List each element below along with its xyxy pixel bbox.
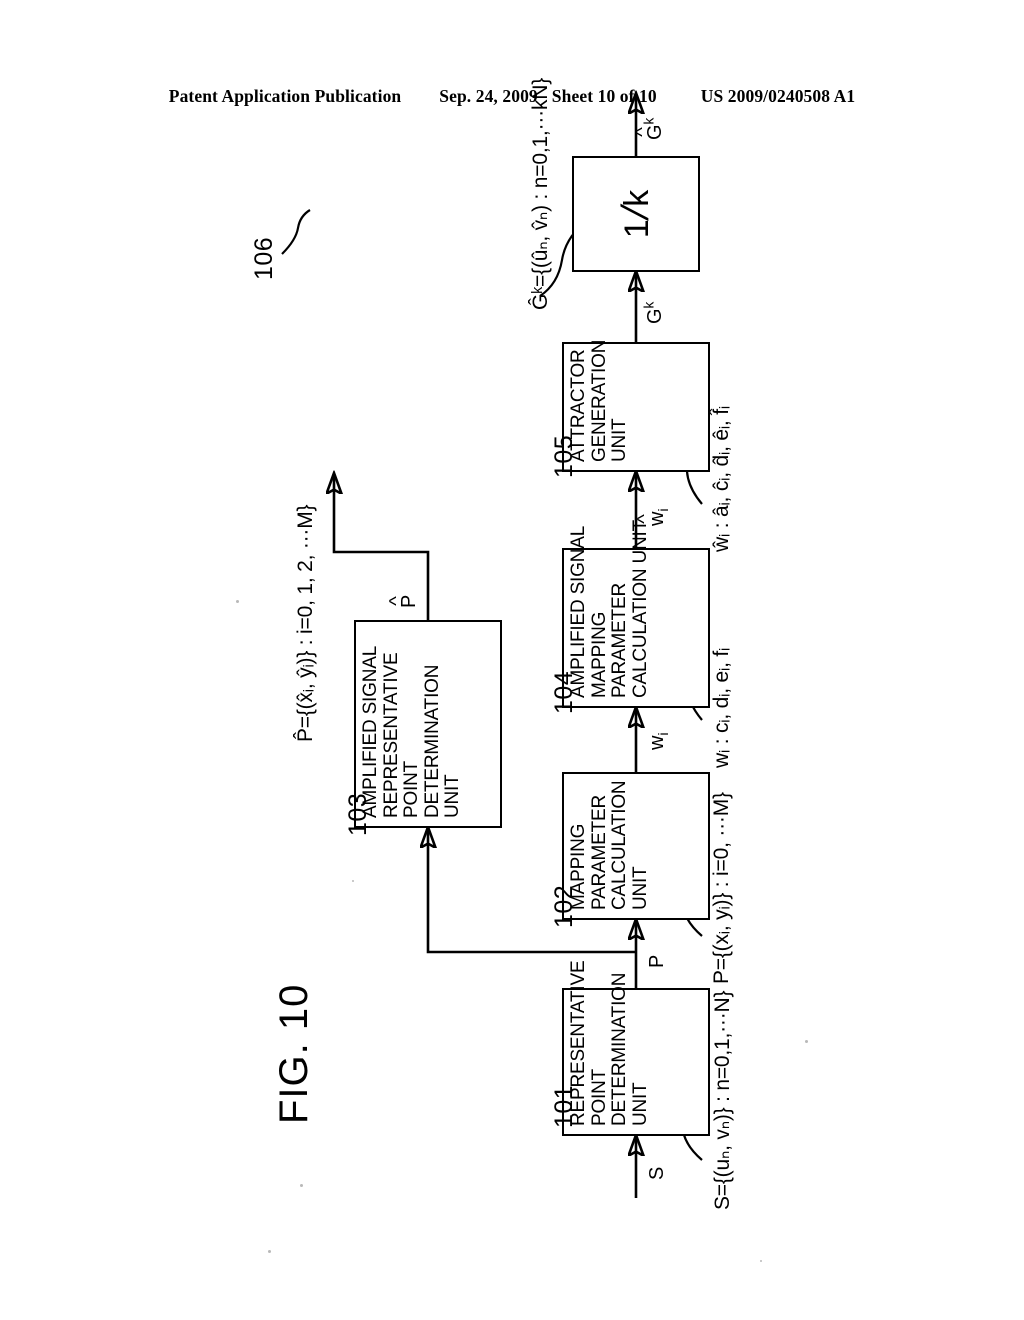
scan-speckle bbox=[236, 600, 239, 603]
ref-numeral-105: 105 bbox=[550, 434, 578, 478]
ref-numeral-104: 104 bbox=[550, 670, 578, 714]
ref-numeral-103: 103 bbox=[344, 792, 372, 836]
annotation-input-set: S={(uₙ, vₙ)} : n=0,1,···N} bbox=[711, 990, 734, 1210]
signal-label-w-hat-i: wi bbox=[646, 509, 671, 526]
p-hat-glyph: P bbox=[398, 595, 421, 608]
block-amplified-signal-representative-point-determination-unit[interactable]: AMPLIFIED SIGNAL REPRESENTATIVE POINT DE… bbox=[354, 620, 502, 828]
block-103-line-4: UNIT bbox=[442, 774, 463, 818]
annotation-amp-rep-points: P̂={(x̂ᵢ, ŷᵢ)} : i=0, 1, 2, ···M} bbox=[294, 504, 317, 742]
signal-label-p-hat: P bbox=[398, 595, 421, 608]
annotation-amp-map-params: ŵᵢ : âᵢ, ĉᵢ, d̂ᵢ, êᵢ, f̂ᵢ bbox=[710, 406, 733, 552]
one-over-k-operator: 1/k bbox=[615, 190, 657, 238]
annotation-output-set: Ĝᵏ={(ûₙ, v̂ₙ) : n=0,1,···kN} bbox=[529, 77, 552, 310]
ref-numeral-102: 102 bbox=[550, 884, 578, 928]
block-105-line-2: UNIT bbox=[609, 418, 630, 462]
g-hat-glyph: G bbox=[644, 124, 667, 140]
block-104-line-3: CALCULATION UNIT bbox=[629, 519, 651, 698]
block-one-over-k-divider[interactable]: 1/k bbox=[572, 156, 700, 272]
g-glyph: G bbox=[644, 308, 666, 324]
scan-speckle bbox=[805, 1040, 808, 1043]
w-glyph: w bbox=[646, 735, 668, 750]
figure-title: FIG. 10 bbox=[272, 983, 316, 1124]
w-hat-glyph: w bbox=[646, 512, 669, 526]
signal-label-gk: Gk bbox=[641, 301, 667, 324]
annotation-rep-points: P={(xᵢ, yᵢ)} : i=0, ···M} bbox=[710, 792, 733, 984]
signal-label-p: P bbox=[646, 954, 668, 968]
block-101-line-1: POINT bbox=[588, 1068, 610, 1126]
block-representative-point-determination-unit[interactable]: REPRESENTATIVE POINT DETERMINATION UNIT bbox=[562, 961, 710, 1136]
block-attractor-generation-unit[interactable]: ATTRACTOR GENERATION UNIT bbox=[562, 339, 710, 472]
block-mapping-parameter-calculation-unit[interactable]: MAPPING PARAMETER CALCULATION UNIT bbox=[562, 772, 710, 920]
block-104-line-1: MAPPING bbox=[588, 611, 610, 698]
scan-speckle bbox=[268, 1250, 271, 1253]
figure-block-diagram: FIG. 10 REPRESENTATIVE POINT DETERMINATI… bbox=[232, 78, 792, 1220]
signal-label-s: S bbox=[646, 1166, 668, 1180]
block-amplified-signal-mapping-parameter-calculation-unit[interactable]: AMPLIFIED SIGNAL MAPPING PARAMETER CALCU… bbox=[562, 520, 710, 708]
block-105-line-1: GENERATION bbox=[588, 339, 610, 462]
ref-numeral-101: 101 bbox=[550, 1084, 578, 1128]
g-superscript: k bbox=[641, 301, 657, 309]
scan-speckle bbox=[352, 880, 354, 882]
scan-speckle bbox=[300, 1184, 303, 1187]
signal-label-gk-hat: Gk bbox=[641, 117, 667, 140]
block-103-line-3: DETERMINATION bbox=[421, 664, 443, 818]
block-104-line-2: PARAMETER bbox=[609, 582, 630, 698]
block-103-line-2: POINT bbox=[401, 760, 422, 818]
g-hat-superscript: k bbox=[641, 117, 657, 125]
block-102-line-2: CALCULATION bbox=[609, 780, 630, 910]
block-103-line-1: REPRESENTATIVE bbox=[380, 652, 402, 818]
block-101-line-3: UNIT bbox=[629, 1082, 651, 1126]
w-subscript: i bbox=[656, 732, 671, 736]
block-102-line-3: UNIT bbox=[629, 866, 651, 910]
annotation-map-params: wᵢ : cᵢ, dᵢ, eᵢ, fᵢ bbox=[710, 647, 733, 768]
ref-numeral-106: 106 bbox=[250, 236, 278, 280]
signal-label-w-i: wi bbox=[646, 732, 671, 750]
block-101-line-2: DETERMINATION bbox=[609, 972, 630, 1126]
block-102-line-1: PARAMETER bbox=[588, 794, 610, 910]
scan-speckle bbox=[760, 1260, 762, 1262]
